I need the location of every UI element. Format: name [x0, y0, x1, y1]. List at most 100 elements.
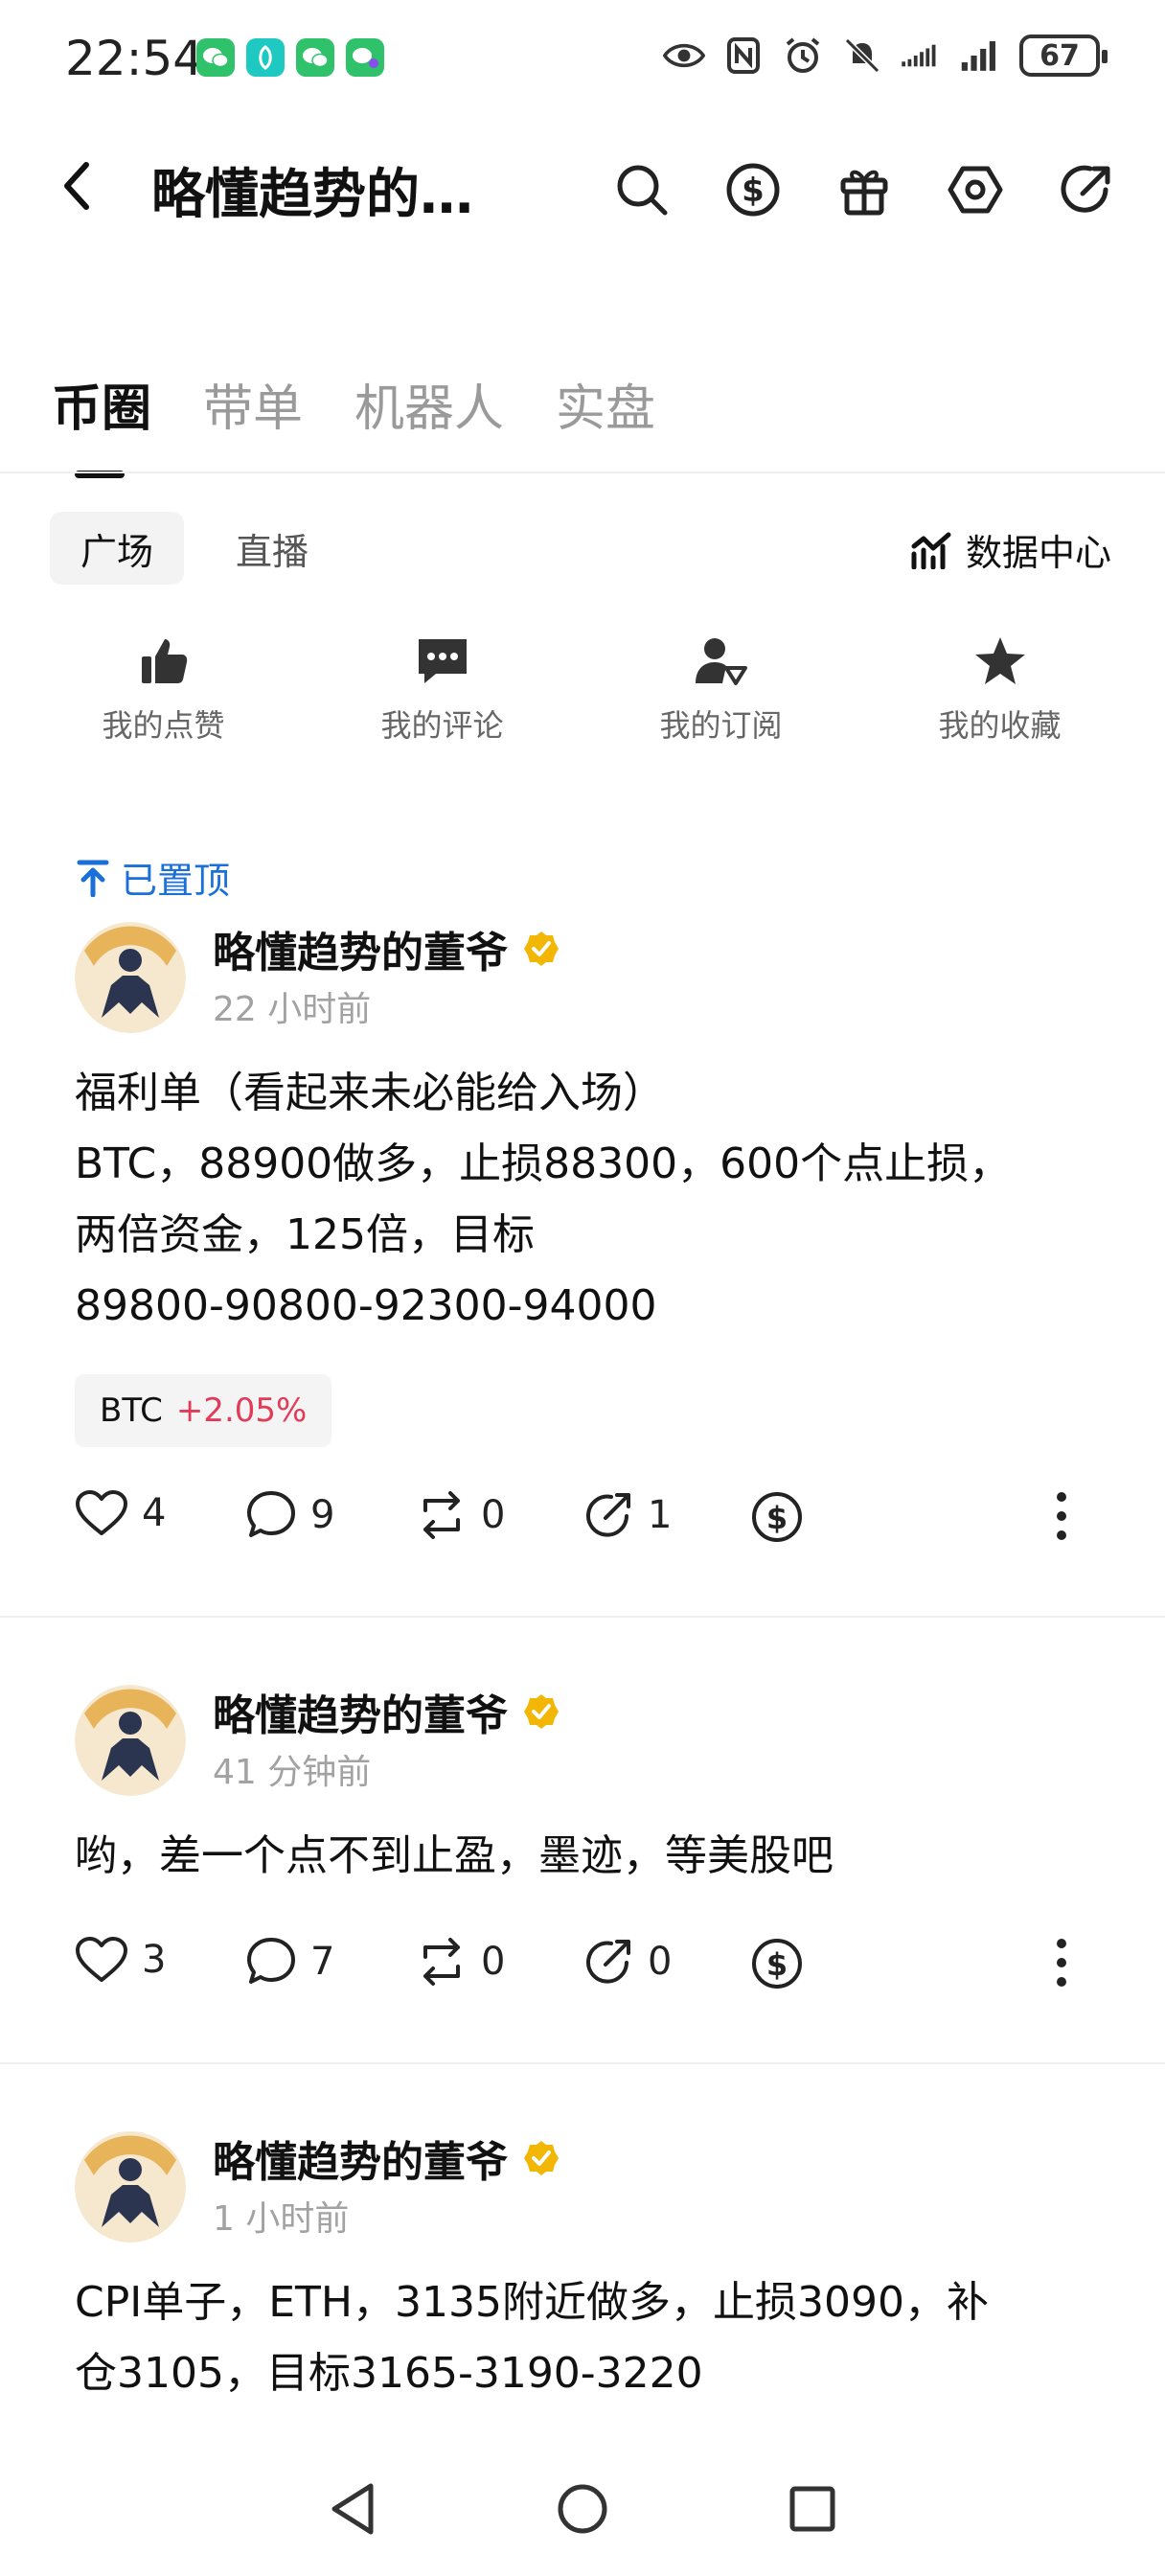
comment-count: 9 — [310, 1493, 335, 1537]
comment-button[interactable]: 9 — [245, 1489, 334, 1541]
soul-icon — [246, 38, 285, 77]
nav-home-button[interactable] — [549, 2475, 616, 2542]
share-count: 0 — [648, 1940, 673, 1984]
coin-change: +2.05% — [175, 1392, 308, 1430]
dollar-circle-icon: $ — [752, 1939, 802, 1989]
nav-back-button[interactable] — [319, 2475, 386, 2542]
my-comments-label: 我的评论 — [380, 707, 504, 744]
avatar[interactable] — [75, 2131, 186, 2242]
post-content[interactable]: CPI单子，ETH，3135附近做多，止损3090，补 仓3105，目标3165… — [75, 2267, 1090, 2409]
share-icon — [586, 1940, 630, 1984]
repost-count: 0 — [481, 1940, 506, 1984]
post-line: 两倍资金，125倍，目标 — [75, 1210, 535, 1259]
svg-text:$: $ — [742, 172, 765, 210]
coin-tag[interactable]: BTC +2.05% — [75, 1374, 332, 1447]
comment-count: 7 — [310, 1940, 335, 1984]
subtab-square[interactable]: 广场 — [50, 512, 185, 585]
system-nav-bar — [0, 2442, 1165, 2576]
share-button[interactable]: 0 — [582, 1936, 672, 1988]
like-count: 4 — [142, 1491, 167, 1535]
wechat-icon — [296, 38, 334, 77]
verified-badge-icon — [524, 2141, 559, 2175]
circle-home-icon — [558, 2484, 607, 2534]
like-button[interactable]: 3 — [75, 1936, 166, 1984]
tip-button[interactable]: $ — [749, 1489, 805, 1545]
chart-icon — [911, 532, 951, 569]
subtab-live[interactable]: 直播 — [205, 512, 339, 585]
like-button[interactable]: 4 — [75, 1489, 166, 1537]
page-title: 略懂趋势的… — [151, 164, 473, 226]
share-button[interactable]: 1 — [582, 1489, 672, 1541]
post-divider — [0, 2062, 1165, 2064]
search-icon[interactable] — [605, 153, 678, 226]
post-card[interactable]: 略懂趋势的董爷 22 小时前 福利单（看起来未必能给入场） BTC，88900做… — [0, 918, 1165, 1627]
share-icon[interactable] — [1050, 153, 1123, 226]
settings-hex-icon[interactable] — [939, 153, 1012, 226]
wechat-work-icon — [346, 38, 384, 77]
more-options-button[interactable] — [1052, 1489, 1071, 1543]
signal-icon — [901, 34, 943, 77]
post-time: 22 小时前 — [213, 990, 372, 1029]
dollar-circle-icon: $ — [752, 1492, 802, 1542]
my-favorites-button[interactable]: 我的收藏 — [860, 632, 1139, 746]
repost-button[interactable]: 0 — [416, 1489, 505, 1541]
post-author[interactable]: 略懂趋势的董爷 — [213, 1681, 560, 1742]
tip-button[interactable]: $ — [749, 1936, 805, 1991]
nfc-icon — [722, 34, 765, 77]
gift-icon[interactable] — [828, 153, 901, 226]
post-line: 89800-90800-92300-94000 — [75, 1281, 657, 1330]
pinned-label: 已置顶 — [121, 860, 231, 902]
post-line: 哟，差一个点不到止盈，墨迹，等美股吧 — [75, 1831, 834, 1880]
comment-bubble-icon — [247, 1938, 295, 1984]
repost-count: 0 — [481, 1493, 506, 1537]
post-line: BTC，88900做多，止损88300，600个点止损， — [75, 1139, 1012, 1188]
post-content[interactable]: 哟，差一个点不到止盈，墨迹，等美股吧 — [75, 1821, 1090, 1892]
wechat-icon — [196, 38, 235, 77]
avatar[interactable] — [75, 1685, 186, 1796]
post-card[interactable]: 略懂趋势的董爷 41 分钟前 哟，差一个点不到止盈，墨迹，等美股吧 3 7 0 … — [0, 1681, 1165, 2074]
post-card[interactable]: 略懂趋势的董爷 1 小时前 CPI单子，ETH，3135附近做多，止损3090，… — [0, 2128, 1165, 2444]
svg-text:$: $ — [766, 1500, 788, 1536]
my-subscriptions-button[interactable]: 我的订阅 — [582, 632, 860, 746]
status-app-icons — [196, 38, 384, 77]
post-author[interactable]: 略懂趋势的董爷 — [213, 918, 560, 979]
verified-badge-icon — [524, 1694, 559, 1729]
nav-recents-button[interactable] — [779, 2475, 846, 2542]
chevron-left-icon — [64, 162, 89, 210]
like-count: 3 — [142, 1938, 167, 1982]
main-tabs: 币圈 带单 机器人 实盘 — [52, 368, 655, 478]
sub-tabs: 广场 直播 — [50, 512, 339, 585]
avatar[interactable] — [75, 922, 186, 1033]
tab-coin-circle[interactable]: 币圈 — [52, 368, 151, 478]
data-center-button[interactable]: 数据中心 — [910, 523, 1111, 576]
nav-actions: $ — [605, 153, 1123, 226]
comment-bubble-icon — [247, 1491, 295, 1537]
dollar-circle-icon[interactable]: $ — [717, 153, 789, 226]
my-likes-button[interactable]: 我的点赞 — [24, 632, 303, 746]
my-comments-button[interactable]: 我的评论 — [303, 632, 582, 746]
post-content[interactable]: 福利单（看起来未必能给入场） BTC，88900做多，止损88300，600个点… — [75, 1058, 1090, 1342]
tab-copy-trade[interactable]: 带单 — [203, 368, 303, 478]
status-right: 67 — [663, 34, 1108, 77]
repost-button[interactable]: 0 — [416, 1936, 505, 1988]
post-time: 1 小时前 — [213, 2199, 350, 2239]
post-author[interactable]: 略懂趋势的董爷 — [213, 2128, 560, 2189]
tab-bot[interactable]: 机器人 — [354, 368, 504, 478]
more-vertical-icon — [1057, 1492, 1066, 1540]
comment-button[interactable]: 7 — [245, 1936, 334, 1988]
more-vertical-icon — [1057, 1939, 1066, 1987]
eye-icon — [663, 34, 705, 77]
tab-live-trading[interactable]: 实盘 — [556, 368, 655, 478]
star-icon — [971, 632, 1029, 690]
coin-symbol: BTC — [100, 1392, 163, 1430]
repost-icon — [423, 1938, 460, 1986]
heart-icon — [76, 1490, 127, 1535]
subscribe-icon — [693, 632, 750, 690]
my-favorites-label: 我的收藏 — [938, 707, 1062, 744]
back-button[interactable] — [46, 155, 107, 217]
quick-actions: 我的点赞 我的评论 我的订阅 我的收藏 — [0, 632, 1165, 746]
post-line: CPI单子，ETH，3135附近做多，止损3090，补 — [75, 2278, 989, 2327]
share-count: 1 — [648, 1493, 673, 1537]
more-options-button[interactable] — [1052, 1936, 1071, 1990]
data-center-label: 数据中心 — [965, 532, 1111, 574]
